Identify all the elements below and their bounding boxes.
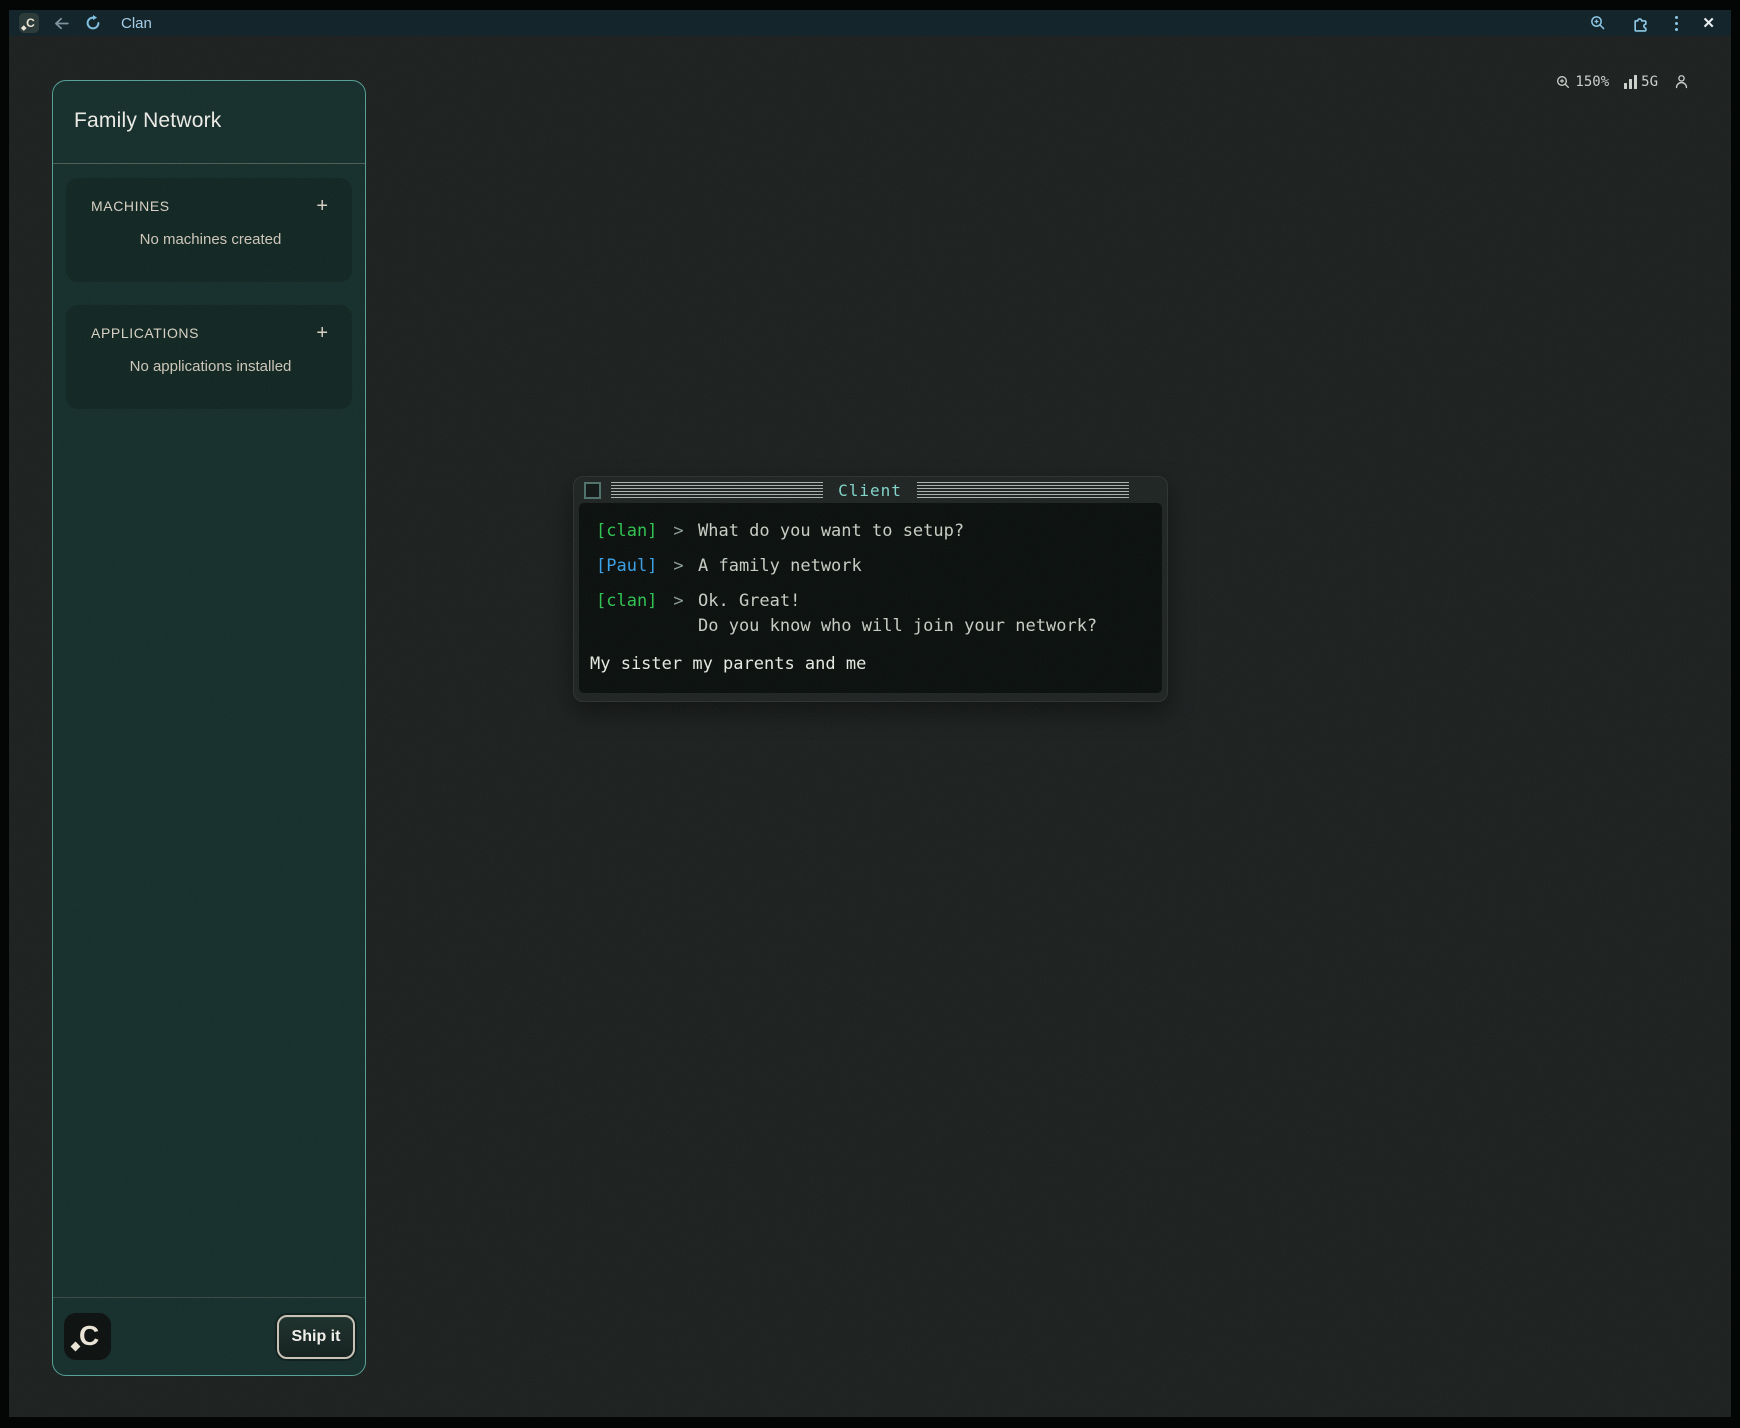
applications-label: APPLICATIONS bbox=[91, 325, 199, 341]
nick-clan: [clan] bbox=[596, 519, 659, 544]
client-titlebar[interactable]: Client bbox=[574, 477, 1167, 503]
close-window-button[interactable]: ✕ bbox=[1702, 13, 1715, 33]
ship-it-button[interactable]: Ship it bbox=[277, 1315, 355, 1359]
extensions-button[interactable] bbox=[1631, 13, 1651, 33]
machines-empty-text: No machines created bbox=[91, 231, 330, 248]
reload-button[interactable] bbox=[84, 13, 102, 33]
client-window-title: Client bbox=[838, 481, 902, 500]
chat-message: [clan] > What do you want to setup? bbox=[596, 519, 1150, 544]
network-title: Family Network bbox=[74, 109, 365, 133]
sidebar-panel: Family Network MACHINES + No machines cr… bbox=[52, 80, 366, 1376]
chat-message: [Paul] > A family network bbox=[596, 554, 1150, 579]
message-text: A family network bbox=[698, 554, 862, 579]
magnifier-icon bbox=[1555, 74, 1571, 90]
chat-message: [clan] > Ok. Great! Do you know who will… bbox=[596, 589, 1150, 639]
back-icon bbox=[52, 14, 71, 33]
titlebar-stripes-right-icon bbox=[917, 482, 1129, 498]
prompt-caret: > bbox=[659, 554, 698, 579]
page-title: Clan bbox=[121, 15, 152, 32]
close-box-icon[interactable] bbox=[584, 482, 601, 499]
message-text: What do you want to setup? bbox=[698, 519, 964, 544]
status-indicators: 150% 5G bbox=[1555, 73, 1690, 90]
sidebar-header: Family Network bbox=[53, 81, 365, 163]
nick-clan: [clan] bbox=[596, 589, 659, 614]
applications-card: APPLICATIONS + No applications installed bbox=[66, 305, 352, 409]
terminal-output: [clan] > What do you want to setup? [Pau… bbox=[579, 503, 1162, 693]
network-indicator: 5G bbox=[1624, 74, 1658, 90]
back-button[interactable] bbox=[52, 13, 71, 33]
sidebar-footer: C Ship it bbox=[53, 1297, 365, 1375]
clan-favicon-icon: C bbox=[19, 13, 39, 33]
close-icon: ✕ bbox=[1702, 16, 1715, 31]
message-text: Ok. Great! bbox=[698, 589, 1097, 614]
prompt-caret: > bbox=[659, 519, 698, 544]
signal-bars-icon bbox=[1624, 75, 1637, 89]
extensions-puzzle-icon bbox=[1631, 13, 1651, 33]
logo-glyph: C bbox=[79, 1320, 99, 1352]
network-type: 5G bbox=[1641, 74, 1658, 90]
add-application-button[interactable]: + bbox=[314, 326, 330, 340]
main-content: 150% 5G Family Network MACHINES + bbox=[9, 36, 1731, 1417]
zoom-level-indicator: 150% bbox=[1555, 74, 1609, 90]
app-window: C Clan bbox=[9, 10, 1731, 1417]
person-icon bbox=[1673, 73, 1690, 90]
zoom-level-value: 150% bbox=[1575, 74, 1609, 90]
kebab-menu-icon bbox=[1675, 16, 1678, 31]
machines-card: MACHINES + No machines created bbox=[66, 178, 352, 282]
message-text: Do you know who will join your network? bbox=[698, 614, 1097, 639]
client-window: Client [clan] > What do you want to setu… bbox=[573, 476, 1168, 702]
titlebar-stripes-left-icon bbox=[611, 482, 823, 498]
applications-empty-text: No applications installed bbox=[91, 358, 330, 375]
reload-icon bbox=[84, 14, 102, 32]
terminal-input[interactable]: My sister my parents and me bbox=[590, 652, 1150, 677]
menu-button[interactable] bbox=[1675, 13, 1678, 33]
zoom-indicator-icon bbox=[1589, 14, 1607, 32]
clan-logo-icon: C bbox=[64, 1313, 111, 1360]
browser-topbar: C Clan bbox=[9, 10, 1731, 36]
add-machine-button[interactable]: + bbox=[314, 199, 330, 213]
prompt-caret: > bbox=[659, 589, 698, 614]
machines-label: MACHINES bbox=[91, 198, 170, 214]
favicon-glyph: C bbox=[26, 17, 35, 29]
zoom-indicator-button[interactable] bbox=[1589, 13, 1607, 33]
nick-paul: [Paul] bbox=[596, 554, 659, 579]
